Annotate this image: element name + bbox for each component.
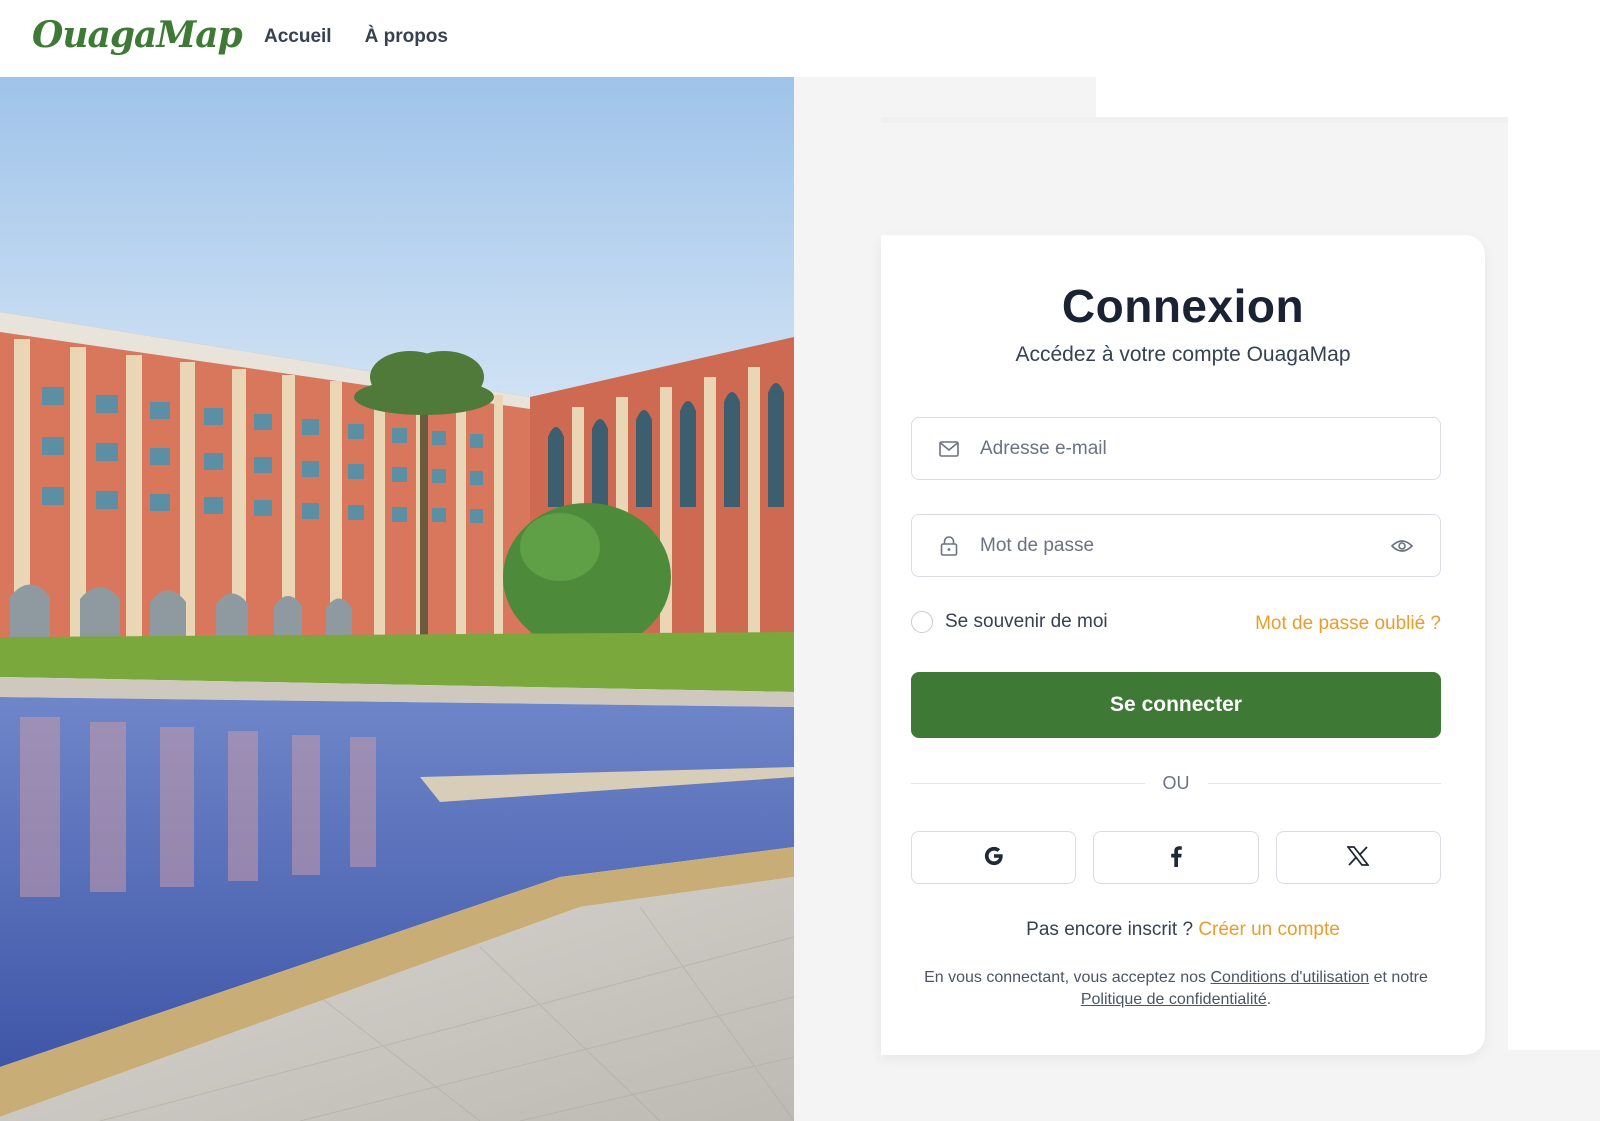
login-card: Connexion Accédez à votre compte OuagaMa… (881, 235, 1485, 1055)
decorative-strip (881, 117, 1508, 123)
x-login-button[interactable] (1275, 831, 1441, 884)
site-header: OuagaMap Accueil À propos (0, 0, 1600, 77)
divider-line-left (911, 782, 1145, 784)
lock-icon (938, 535, 960, 557)
or-label: OU (1162, 772, 1190, 793)
social-login-buttons (911, 831, 1441, 884)
signup-prompt: Pas encore inscrit ? Créer un compte (881, 919, 1485, 941)
nav-link-accueil[interactable]: Accueil (264, 26, 332, 48)
legal-middle: et notre (1373, 969, 1428, 986)
signup-prompt-text: Pas encore inscrit ? (1026, 919, 1194, 940)
terms-link[interactable]: Conditions d'utilisation (1210, 969, 1369, 986)
or-divider: OU (911, 771, 1441, 795)
signup-link[interactable]: Créer un compte (1198, 919, 1340, 940)
legal-notice: En vous connectant, vous acceptez nos Co… (911, 967, 1441, 1011)
nav-link-a-propos[interactable]: À propos (365, 26, 448, 48)
login-button[interactable]: Se connecter (911, 672, 1441, 738)
login-subtitle: Accédez à votre compte OuagaMap (1015, 343, 1351, 366)
divider-line-right (1207, 782, 1441, 784)
main-nav: Accueil À propos (264, 26, 448, 48)
privacy-link[interactable]: Politique de confidentialité (1081, 991, 1267, 1008)
forgot-password-link[interactable]: Mot de passe oublié ? (1255, 613, 1441, 635)
decorative-panel-side (1508, 117, 1600, 1050)
email-input[interactable] (980, 437, 1440, 460)
facebook-login-button[interactable] (1093, 831, 1259, 884)
legal-prefix: En vous connectant, vous acceptez nos (924, 969, 1207, 986)
remember-me-checkbox[interactable]: Se souvenir de moi (911, 611, 1108, 633)
remember-me-radio[interactable] (911, 611, 933, 633)
password-field[interactable] (911, 514, 1441, 577)
mail-icon (938, 438, 960, 460)
site-logo[interactable]: OuagaMap (32, 14, 243, 56)
email-field[interactable] (911, 417, 1441, 480)
password-input[interactable] (980, 534, 1390, 557)
remember-me-label: Se souvenir de moi (945, 611, 1108, 632)
google-icon (983, 845, 1005, 870)
facebook-icon (1169, 845, 1183, 870)
decorative-panel (1096, 77, 1600, 117)
google-login-button[interactable] (911, 831, 1077, 884)
eye-icon[interactable] (1390, 534, 1414, 558)
hero-image (0, 77, 794, 1121)
legal-suffix: . (1266, 991, 1272, 1008)
login-title: Connexion (1061, 280, 1305, 332)
x-icon (1346, 846, 1371, 869)
